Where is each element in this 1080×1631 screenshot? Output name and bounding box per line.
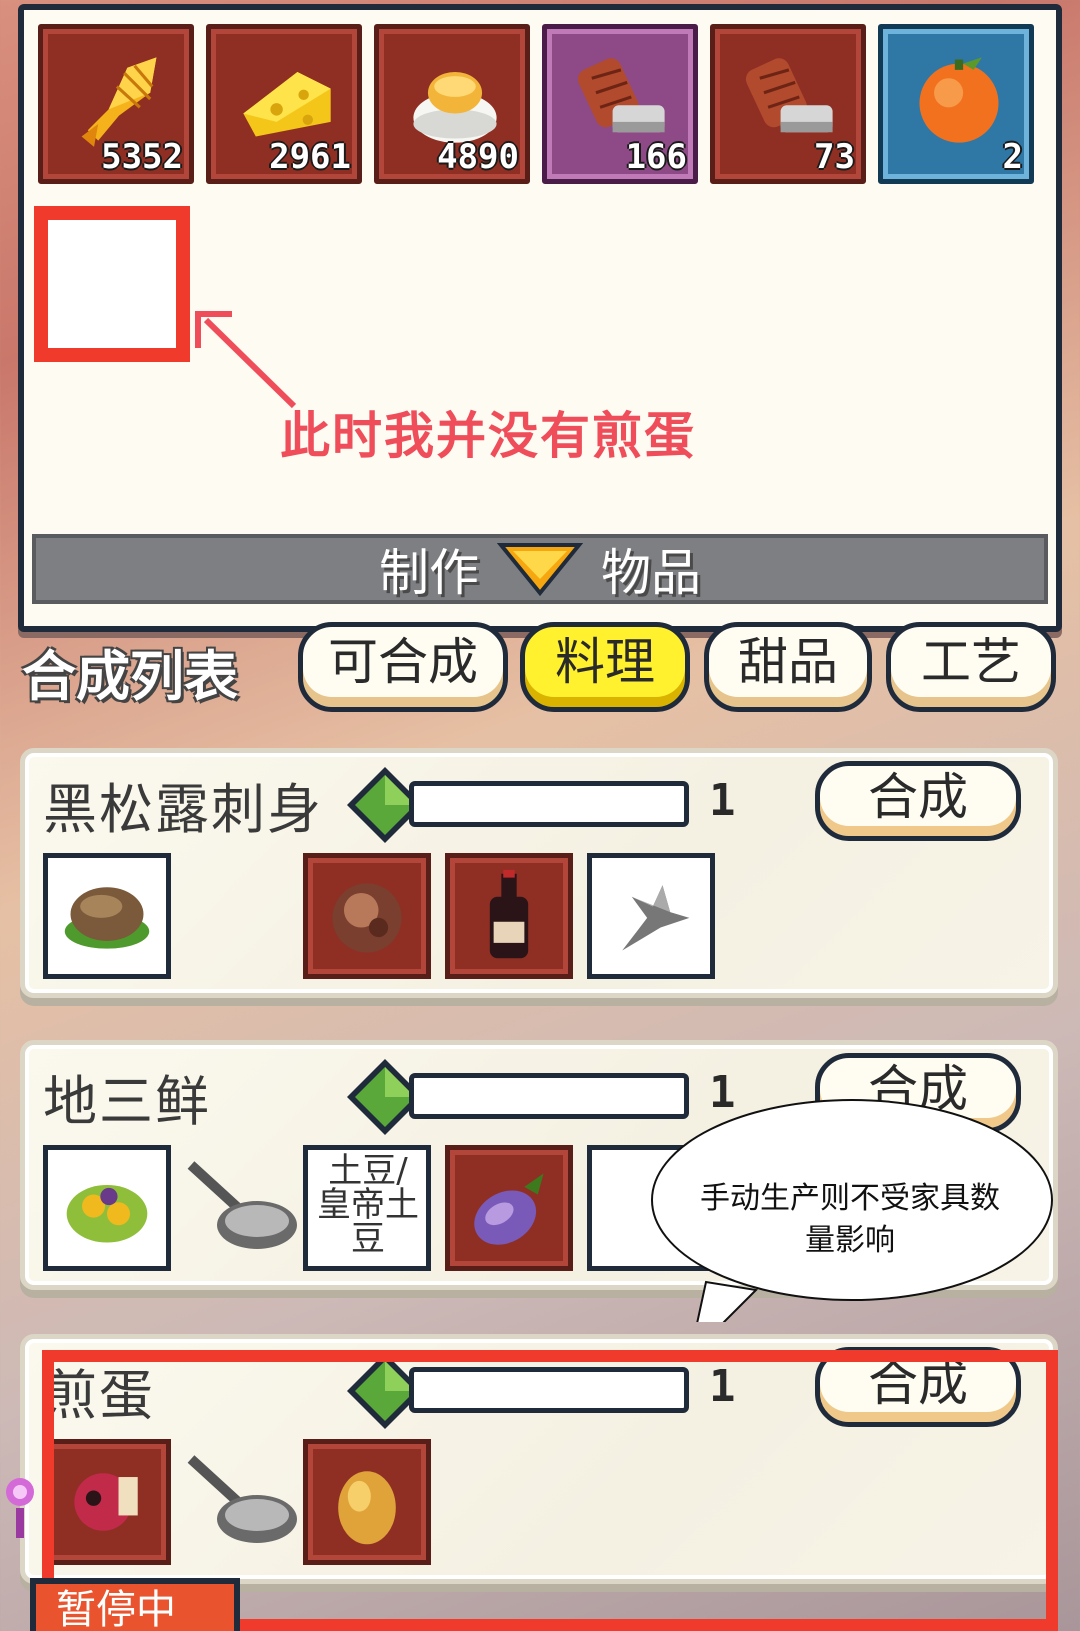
progress-bar — [409, 781, 689, 827]
red-wine-icon — [489, 869, 529, 959]
black-truffle-icon — [332, 883, 402, 953]
custard-icon — [413, 71, 497, 143]
ingredient-cell[interactable] — [303, 853, 431, 979]
slot-count: 5352 — [101, 137, 183, 177]
slot-count: 4890 — [437, 137, 519, 177]
herb-leaf-icon — [622, 885, 690, 951]
annotation-note: 此时我并没有煎蛋 — [280, 407, 696, 465]
slot-count: 2 — [1002, 137, 1023, 177]
slot-count: 2961 — [269, 137, 351, 177]
inventory-slot-cheese[interactable]: 2961 — [206, 24, 362, 184]
di-san-xian-icon — [66, 1184, 148, 1243]
inventory-slot-grilled-fish[interactable]: 5352 — [38, 24, 194, 184]
recipe-name: 地三鲜 — [43, 1070, 211, 1133]
orange-icon — [919, 57, 999, 143]
result-dish-cell[interactable] — [43, 853, 171, 979]
crafting-list-title: 合成列表 — [22, 645, 238, 708]
inventory-slot-sausage-rare[interactable]: 166 — [542, 24, 698, 184]
inventory-panel: 5352 2961 4890 166 73 2 此时我并没有煎蛋 制作 物品 — [18, 4, 1062, 632]
cheese-icon — [243, 71, 331, 137]
ingredient-cell[interactable] — [445, 853, 573, 979]
items-label: 物品 — [601, 544, 701, 602]
inventory-slot-orange[interactable]: 2 — [878, 24, 1034, 184]
make-label: 制作 — [379, 544, 479, 602]
eggplant-icon — [474, 1173, 544, 1245]
sausage-icon — [577, 58, 665, 133]
ingredient-cell[interactable] — [587, 853, 715, 979]
triangle-down-icon — [497, 543, 583, 597]
tab-craft[interactable]: 工艺 — [886, 622, 1056, 712]
result-dish-cell[interactable] — [43, 1145, 171, 1271]
inventory-slot-sausage[interactable]: 73 — [710, 24, 866, 184]
grilled-fish-icon — [81, 57, 157, 147]
sparkle-icon — [6, 1478, 34, 1538]
recipe-card: 黑松露刺身 1 合成 — [20, 748, 1058, 998]
ingredient-cell[interactable]: 土豆/皇帝土豆 — [303, 1145, 431, 1271]
speech-bubble-text: 手动生产则不受家具数量影响 — [700, 1181, 1000, 1258]
ingredient-cell[interactable] — [445, 1145, 573, 1271]
ingredient-text: 土豆/皇帝土豆 — [317, 1151, 419, 1259]
recipe-quantity: 1 — [709, 775, 736, 826]
truffle-sashimi-icon — [64, 887, 150, 949]
slot-count: 166 — [625, 137, 687, 177]
sausage-icon — [745, 58, 833, 133]
slot-count: 73 — [814, 137, 855, 177]
frying-pan-icon — [187, 1161, 297, 1249]
tab-cooking[interactable]: 料理 — [520, 622, 690, 712]
status-tab[interactable]: 暂停中 — [30, 1578, 240, 1631]
inventory-row: 5352 2961 4890 166 73 2 — [38, 24, 1034, 184]
make-items-bar[interactable]: 制作 物品 — [32, 534, 1048, 604]
tab-dessert[interactable]: 甜品 — [704, 622, 872, 712]
inventory-slot-custard[interactable]: 4890 — [374, 24, 530, 184]
recipe-name: 黑松露刺身 — [43, 778, 323, 841]
tab-craftable[interactable]: 可合成 — [298, 622, 508, 712]
highlight-empty-slot — [34, 206, 190, 362]
craft-button[interactable]: 合成 — [815, 761, 1021, 841]
